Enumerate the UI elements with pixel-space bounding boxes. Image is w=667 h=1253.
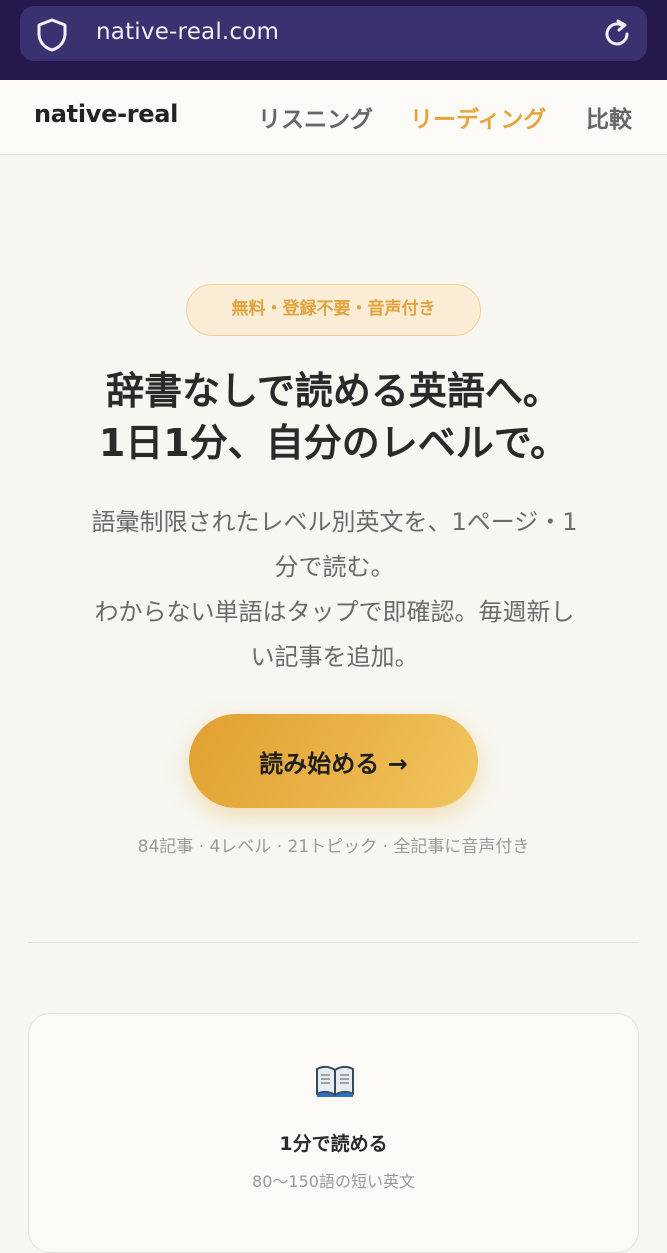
hero-desc-line: 分で読む。 [274, 553, 395, 581]
hero-title: 辞書なしで読める英語へ。 1日1分、自分のレベルで。 [0, 365, 667, 469]
nav-item-compare[interactable]: 比較 [586, 100, 632, 134]
shield-icon[interactable] [36, 18, 68, 52]
site-nav: native-real リスニング リーディング 比較 [0, 80, 667, 155]
free-badge: 無料・登録不要・音声付き [186, 284, 481, 336]
url-text[interactable]: native-real.com [96, 19, 279, 45]
site-logo[interactable]: native-real [34, 100, 178, 128]
url-field[interactable]: native-real.com [20, 6, 647, 61]
stats-text: 84記事 · 4レベル · 21トピック · 全記事に音声付き [137, 837, 530, 857]
hero-description: 語彙制限されたレベル別英文を、1ページ・1 分で読む。 わからない単語はタップで… [52, 500, 617, 680]
hero-title-line: 1日1分、自分のレベルで。 [98, 421, 569, 465]
feature-title: 1分で読める [279, 1133, 388, 1155]
book-icon [316, 1065, 354, 1097]
nav-item-reading[interactable]: リーディング [410, 100, 546, 134]
hero-title-line: 辞書なしで読める英語へ。 [106, 369, 561, 413]
feature-card: 1分で読める 80〜150語の短い英文 [28, 1013, 639, 1253]
hero-desc-line: わからない単語はタップで即確認。毎週新し [94, 598, 575, 626]
hero-desc-line: 語彙制限されたレベル別英文を、1ページ・1 [91, 508, 578, 536]
reload-icon[interactable] [601, 18, 633, 50]
feature-subtitle: 80〜150語の短い英文 [252, 1172, 415, 1191]
nav-item-listening[interactable]: リスニング [258, 100, 373, 134]
browser-address-bar: native-real.com [0, 0, 667, 80]
start-reading-button[interactable]: 読み始める → [189, 714, 478, 808]
hero-desc-line: い記事を追加。 [250, 643, 419, 671]
section-divider [28, 942, 639, 943]
